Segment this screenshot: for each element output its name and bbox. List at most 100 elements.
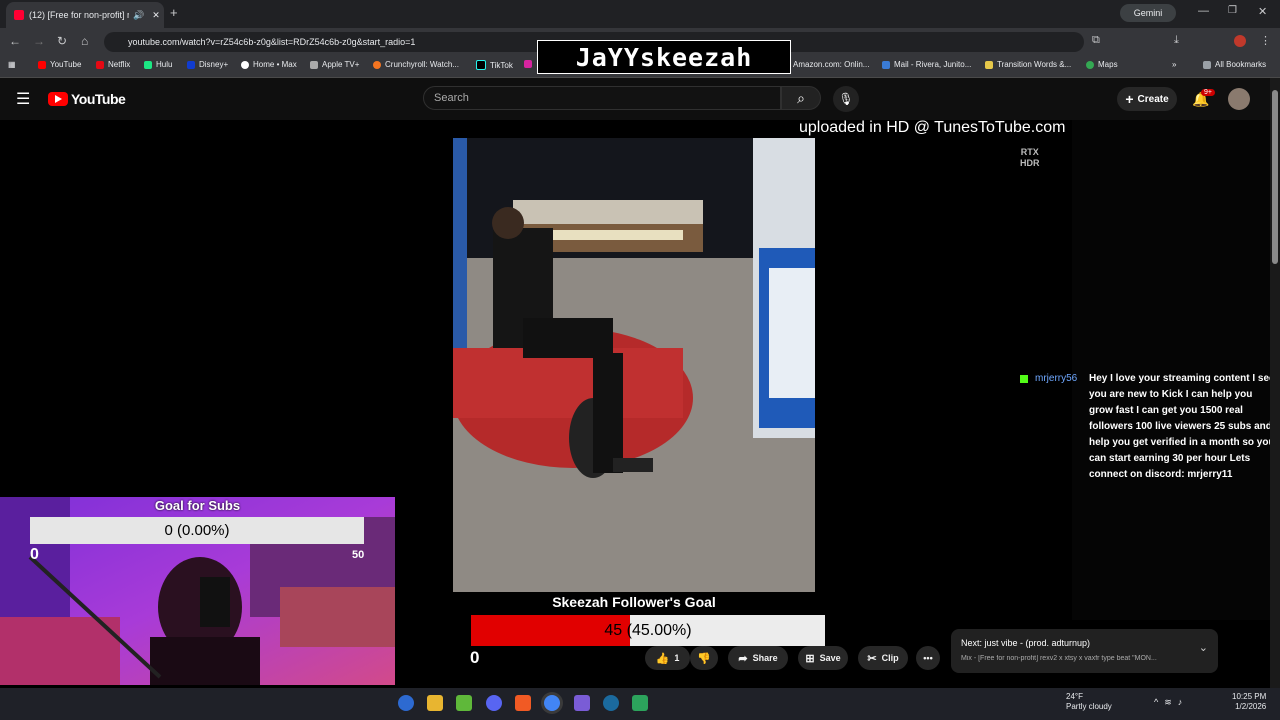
chat-message: Hey I love your streaming content I see … [1089,373,1275,480]
account-avatar[interactable] [1228,88,1250,110]
video-watermark: uploaded in HD @ TunesToTube.com [799,119,1066,136]
bookmark-youtube[interactable]: YouTube [38,60,81,69]
volume-icon: ♪ [1177,697,1189,707]
close-tab-icon[interactable]: ✕ [152,10,160,21]
follower-goal-value: 45 (45.00%) [604,622,692,639]
follower-goal-min: 0 [470,648,480,667]
extensions-icon[interactable]: ⧉ [1092,34,1100,47]
weather-temperature: 24°F [1066,692,1083,701]
taskbar-edge-icon[interactable] [398,695,414,711]
forward-icon[interactable]: → [33,34,45,48]
more-menu-icon[interactable]: ⋮ [1260,34,1271,47]
gemini-button[interactable]: Gemini [1120,4,1176,22]
close-window-icon[interactable]: ✕ [1258,5,1267,18]
save-icon: ⊞ [805,652,815,665]
search-placeholder: Search [434,92,469,104]
taskbar-file-explorer-icon[interactable] [427,695,443,711]
browser-tab-bar [0,0,1280,28]
wifi-icon: ≋ [1164,697,1178,707]
bookmark-max[interactable]: Home • Max [241,60,297,69]
back-icon[interactable]: ← [9,34,21,48]
chat-username: mrjerry56 [1020,373,1077,384]
search-input[interactable]: Search [423,86,781,110]
tab-title: (12) [Free for non-profit] re [29,10,129,20]
weather-condition: Partly cloudy [1066,702,1112,711]
subs-goal-bar: 0 (0.00%) [30,517,364,544]
clock-time: 10:25 PM [1232,692,1267,701]
home-icon[interactable]: ⌂ [81,34,88,48]
youtube-logo[interactable]: YouTube [48,91,126,107]
subs-goal-min: 0 [30,546,39,563]
clip-button[interactable]: ✂ Clip [858,646,908,670]
taskbar-discord-icon[interactable] [486,695,502,711]
dislike-button[interactable]: 👎 [690,646,718,670]
taskbar-geforce-icon[interactable] [456,695,472,711]
taskbar-weather[interactable]: 24°F Partly cloudy [1046,692,1112,712]
video-album-art [453,138,815,592]
bookmarks-overflow-icon[interactable]: » [1172,60,1176,69]
bookmark-disney[interactable]: Disney+ [187,60,228,69]
create-button[interactable]: + Create [1117,87,1177,111]
scrollbar-thumb[interactable] [1272,90,1278,264]
youtube-favicon-icon [14,10,24,20]
chevron-up-icon: ^ [1154,697,1165,707]
taskbar-app-icon[interactable] [574,695,590,711]
minimize-icon[interactable]: — [1198,5,1209,17]
apps-grid-icon[interactable]: ▦ [8,60,16,69]
search-icon[interactable]: ⌕ [781,86,821,110]
bookmark-instagram[interactable] [524,60,536,68]
taskbar-brave-icon[interactable] [515,695,531,711]
streamer-name-banner: JaYYskeezah [537,40,791,74]
gemini-label: Gemini [1133,8,1163,18]
taskbar-clock[interactable]: 10:25 PM 1/2/2026 [1232,692,1266,712]
profile-icon[interactable] [1234,35,1246,47]
bookmark-mail[interactable]: Mail - Rivera, Junito... [882,60,971,69]
share-icon: ➦ [738,652,748,665]
up-next-playlist: Mix - [Free for non-profit] rexv2 x xtsy… [961,655,1157,662]
bookmark-appletv[interactable]: Apple TV+ [310,60,359,69]
system-tray[interactable]: ^≋♪ [1154,697,1188,708]
video-right-overlay [1072,120,1270,620]
thumbs-up-icon: 👍 [655,652,670,665]
reload-icon[interactable]: ↻ [57,34,67,48]
chevron-down-icon[interactable]: ⌄ [1199,641,1208,654]
up-next-card[interactable]: Next: just vibe - (prod. adturnup) Mix -… [951,629,1218,673]
bookmark-amazon[interactable]: Amazon.com: Onlin... [793,60,869,69]
save-button[interactable]: ⊞ Save [798,646,848,670]
youtube-play-icon [48,92,68,106]
bookmark-transition-words[interactable]: Transition Words &... [985,60,1071,69]
url-text: youtube.com/watch?v=rZ54c6b-z0g&list=RDr… [128,37,416,47]
bookmark-crunchyroll[interactable]: Crunchyroll: Watch... [373,60,459,69]
like-button[interactable]: 👍 1 [645,646,690,670]
all-bookmarks[interactable]: All Bookmarks [1203,60,1266,69]
taskbar-steam-icon[interactable] [603,695,619,711]
restore-icon[interactable]: ❐ [1228,5,1237,16]
more-dots-icon: ••• [923,653,933,663]
taskbar-nvidia-app-icon[interactable] [632,695,648,711]
speaker-icon[interactable]: 🔊 [133,10,144,21]
bookmark-tiktok[interactable]: TikTok [476,60,513,70]
thumbs-down-icon: 👎 [697,652,711,665]
microphone-icon[interactable]: 🎙 [833,86,859,112]
bookmark-netflix[interactable]: Netflix [96,60,130,69]
plus-icon: + [1125,91,1134,107]
up-next-title: Next: just vibe - (prod. adturnup) [961,638,1091,648]
bookmark-hulu[interactable]: Hulu [144,60,172,69]
rtx-hdr-badge: RTX HDR [1020,147,1040,168]
taskbar-chrome-icon[interactable] [544,695,560,711]
kick-badge-icon [1020,374,1028,383]
gas-station-photo [453,138,815,592]
hamburger-menu-icon[interactable]: ☰ [16,89,30,109]
bookmark-maps[interactable]: Maps [1086,60,1118,69]
browser-tab[interactable]: (12) [Free for non-profit] re 🔊 ✕ [6,2,164,28]
follower-goal-bar: 45 (45.00%) [471,615,825,646]
more-actions-button[interactable]: ••• [916,646,940,670]
subs-goal-max: 50 [352,549,365,561]
new-tab-icon[interactable]: + [170,5,178,20]
subs-goal-title: Goal for Subs [154,498,241,513]
download-icon[interactable]: ⤓ [1174,34,1179,47]
clock-date: 1/2/2026 [1235,702,1267,711]
scissors-icon: ✂ [867,652,877,665]
subs-goal-value: 0 (0.00%) [164,522,230,539]
share-button[interactable]: ➦ Share [728,646,788,670]
